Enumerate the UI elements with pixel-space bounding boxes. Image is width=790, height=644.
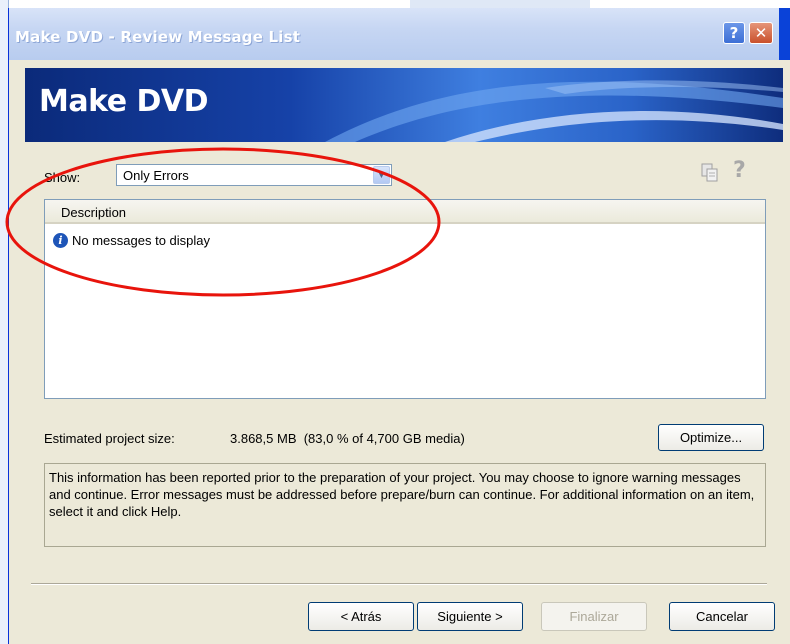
button-separator (31, 583, 767, 585)
finish-button[interactable]: Finalizar (541, 602, 647, 631)
information-text-box: This information has been reported prior… (44, 463, 766, 547)
estimated-size-label: Estimated project size: (44, 431, 175, 446)
window-title: Make DVD - Review Message List (15, 28, 301, 46)
show-filter-dropdown[interactable]: Only Errors ▼ (116, 164, 392, 186)
banner-title: Make DVD (39, 84, 209, 119)
cancel-button[interactable]: Cancelar (669, 602, 775, 631)
estimated-size-value: 3.868,5 MB (83,0 % of 4,700 GB media) (230, 431, 465, 446)
copy-icon[interactable] (701, 163, 719, 183)
list-column-header[interactable]: Description (45, 200, 765, 224)
back-button[interactable]: < Atrás (308, 602, 414, 631)
description-column-header: Description (61, 205, 127, 220)
make-dvd-dialog: Make DVD - Review Message List ? ✕ Make … (8, 8, 790, 644)
message-list[interactable]: Description i No messages to display (44, 199, 766, 399)
title-help-button[interactable]: ? (723, 22, 745, 44)
list-item-text: No messages to display (72, 233, 211, 248)
title-bar[interactable]: Make DVD - Review Message List ? ✕ (9, 8, 790, 60)
info-icon: i (53, 233, 68, 248)
next-button[interactable]: Siguiente > (417, 602, 523, 631)
title-bar-edge (779, 8, 790, 60)
header-banner: Make DVD (25, 68, 783, 142)
show-filter-value: Only Errors (123, 168, 189, 183)
show-label: Show: (44, 170, 81, 185)
chevron-down-icon[interactable]: ▼ (373, 166, 390, 184)
optimize-button[interactable]: Optimize... (658, 424, 764, 451)
close-button[interactable]: ✕ (749, 22, 773, 44)
help-icon[interactable]: ? (733, 158, 746, 183)
